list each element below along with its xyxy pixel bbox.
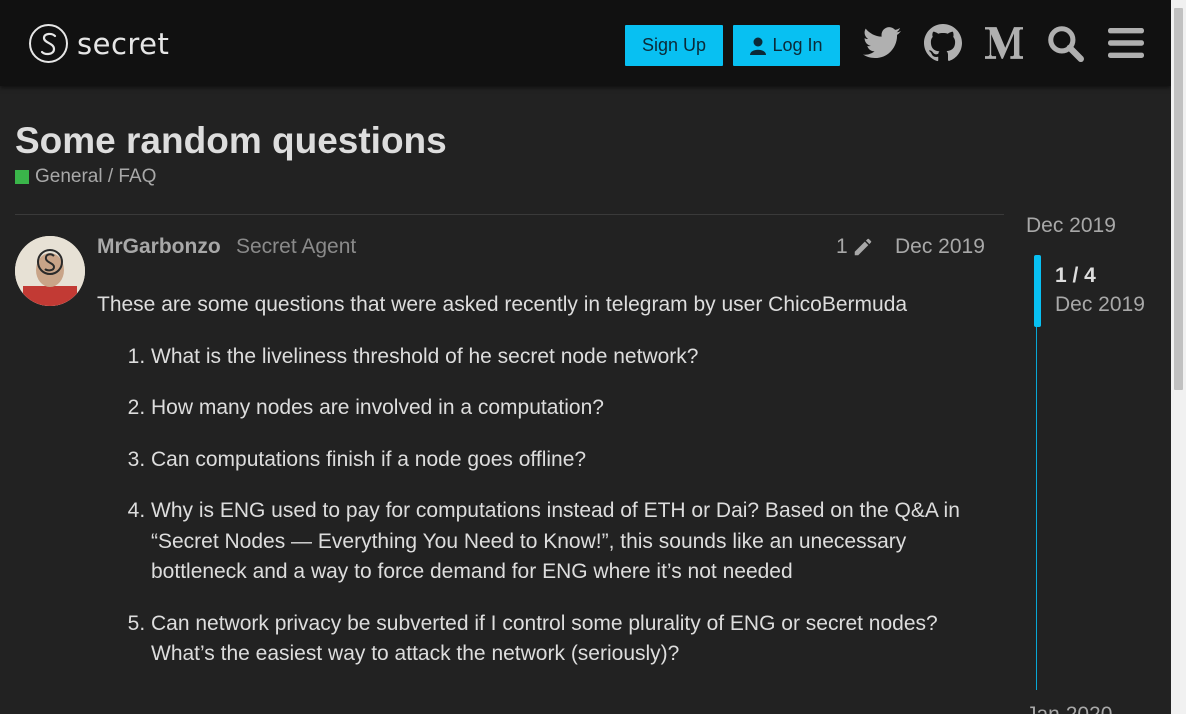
pencil-icon (852, 236, 874, 258)
edit-count: 1 (836, 235, 848, 258)
medium-icon[interactable] (983, 22, 1025, 64)
list-item: Can computations finish if a node goes o… (151, 445, 987, 476)
scrollbar-thumb[interactable] (1174, 8, 1183, 390)
site-header: secret Sign Up Log In (0, 0, 1171, 86)
category-label: General / FAQ (35, 166, 157, 187)
sign-up-button[interactable]: Sign Up (625, 25, 723, 66)
list-item: Why is ENG used to pay for computations … (151, 496, 987, 588)
logo-text: secret (77, 26, 170, 61)
list-item: How many nodes are involved in a computa… (151, 393, 987, 424)
post-body: These are some questions that were asked… (97, 290, 987, 691)
question-list: What is the liveliness threshold of he s… (97, 342, 987, 670)
list-item: What is the liveliness threshold of he s… (151, 342, 987, 373)
post-intro: These are some questions that were asked… (97, 293, 908, 316)
user-title: Secret Agent (236, 235, 357, 258)
timeline-position: 1 / 4 (1055, 264, 1096, 287)
timeline-position-date: Dec 2019 (1055, 293, 1145, 316)
user-icon (750, 37, 767, 55)
log-in-button[interactable]: Log In (733, 25, 840, 66)
category-color-swatch (15, 170, 29, 184)
log-in-label: Log In (772, 35, 823, 55)
search-icon[interactable] (1044, 22, 1086, 64)
edit-history-button[interactable]: 1 (836, 235, 874, 259)
list-item: Can network privacy be subverted if I co… (151, 609, 987, 670)
hamburger-menu-icon[interactable] (1105, 22, 1147, 64)
timeline-end-date[interactable]: Jan 2020 (1026, 703, 1112, 714)
post-username[interactable]: MrGarbonzo (97, 235, 221, 259)
avatar[interactable] (15, 236, 85, 306)
github-icon[interactable] (922, 22, 964, 64)
timeline-start-date[interactable]: Dec 2019 (1026, 214, 1116, 238)
topic-divider (15, 214, 1004, 215)
site-logo[interactable]: secret (29, 24, 169, 63)
timeline-handle[interactable] (1034, 255, 1041, 327)
topic-title[interactable]: Some random questions (15, 120, 447, 162)
category-badge[interactable]: General / FAQ (15, 166, 156, 188)
secret-logo-icon (29, 24, 68, 63)
post-date[interactable]: Dec 2019 (895, 235, 985, 259)
twitter-icon[interactable] (861, 22, 903, 64)
page-scrollbar[interactable] (1171, 0, 1186, 714)
